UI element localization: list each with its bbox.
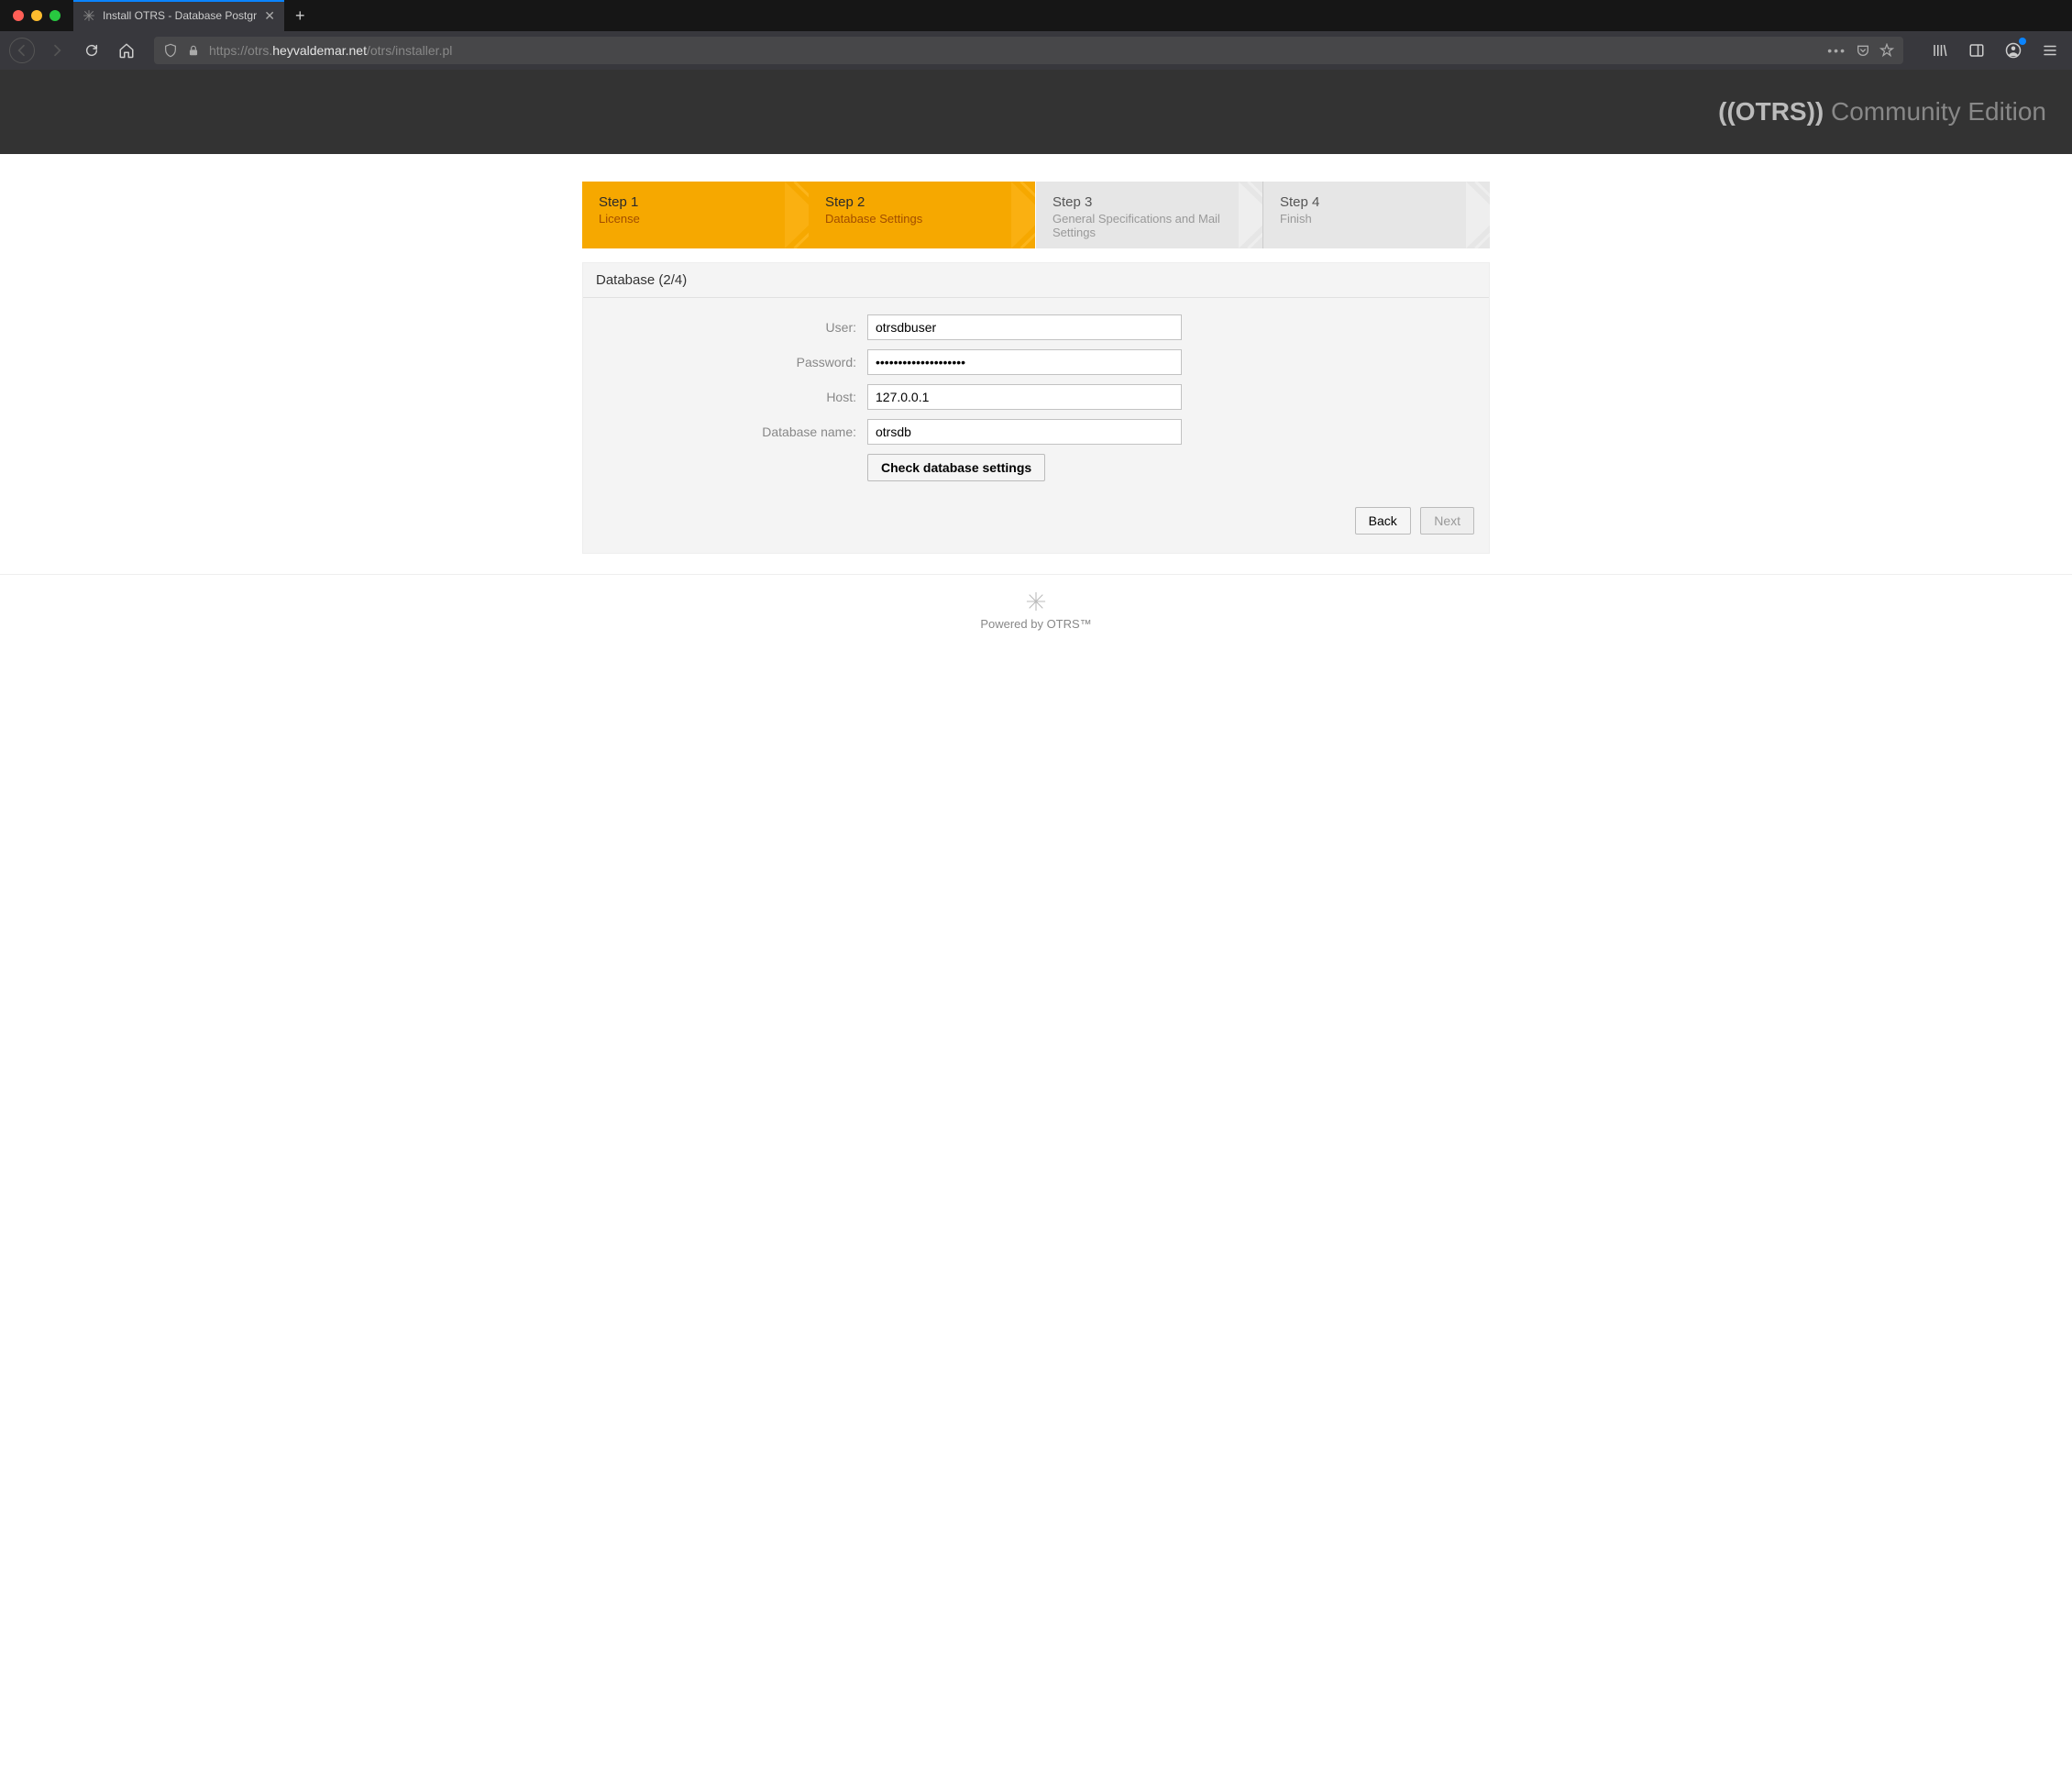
dbname-input[interactable] <box>867 419 1182 445</box>
step-title: Step 1 <box>599 194 792 210</box>
sidebar-icon[interactable] <box>1964 38 1989 63</box>
next-button[interactable]: Next <box>1420 507 1474 535</box>
page-footer: Powered by OTRS™ <box>0 574 2072 667</box>
bookmark-star-icon[interactable] <box>1879 43 1894 58</box>
home-button[interactable] <box>114 38 139 63</box>
library-icon[interactable] <box>1927 38 1953 63</box>
check-db-button[interactable]: Check database settings <box>867 454 1045 481</box>
host-input[interactable] <box>867 384 1182 410</box>
browser-toolbar: https://otrs.heyvaldemar.net/otrs/instal… <box>0 31 2072 70</box>
browser-tab[interactable]: Install OTRS - Database Postgr ✕ <box>73 0 284 31</box>
step-title: Step 4 <box>1280 194 1473 210</box>
step-subtitle: Database Settings <box>825 212 1019 226</box>
shield-icon <box>163 43 178 58</box>
step-subtitle: General Specifications and Mail Settings <box>1053 212 1246 239</box>
window-controls <box>0 0 73 31</box>
browser-tab-strip: Install OTRS - Database Postgr ✕ + <box>0 0 2072 31</box>
step-title: Step 3 <box>1053 194 1246 210</box>
back-button[interactable]: Back <box>1355 507 1411 535</box>
step-subtitle: Finish <box>1280 212 1473 226</box>
url-bar[interactable]: https://otrs.heyvaldemar.net/otrs/instal… <box>154 37 1903 64</box>
url-text: https://otrs.heyvaldemar.net/otrs/instal… <box>209 43 1818 58</box>
forward-button[interactable] <box>44 38 70 63</box>
database-panel: Database (2/4) User: Password: Host: Dat… <box>582 262 1490 554</box>
maximize-window-button[interactable] <box>50 10 61 21</box>
pocket-icon[interactable] <box>1856 43 1870 58</box>
more-icon[interactable]: ••• <box>1827 43 1846 58</box>
footer-text: Powered by OTRS™ <box>0 617 2072 631</box>
wizard-step-database: Step 2 Database Settings <box>809 182 1035 248</box>
dbname-label: Database name: <box>583 424 867 439</box>
user-label: User: <box>583 320 867 335</box>
password-input[interactable] <box>867 349 1182 375</box>
tab-close-button[interactable]: ✕ <box>264 8 275 24</box>
chevron-right-icon <box>1466 182 1490 248</box>
chevron-right-icon <box>1239 182 1262 248</box>
wizard-step-general: Step 3 General Specifications and Mail S… <box>1036 182 1262 248</box>
account-icon[interactable] <box>2000 38 2026 63</box>
host-label: Host: <box>583 390 867 404</box>
tab-favicon-icon <box>83 9 95 22</box>
reload-button[interactable] <box>79 38 105 63</box>
password-label: Password: <box>583 355 867 369</box>
step-subtitle: License <box>599 212 792 226</box>
user-input[interactable] <box>867 314 1182 340</box>
brand-logo: ((OTRS)) Community Edition <box>1718 97 2046 126</box>
wizard-step-license: Step 1 License <box>582 182 809 248</box>
tab-title: Install OTRS - Database Postgr <box>103 9 257 22</box>
wizard-step-finish: Step 4 Finish <box>1263 182 1490 248</box>
panel-title: Database (2/4) <box>583 263 1489 297</box>
footer-logo-icon <box>0 591 2072 612</box>
lock-icon <box>187 44 200 57</box>
chevron-right-icon <box>1011 182 1035 248</box>
close-window-button[interactable] <box>13 10 24 21</box>
wizard-steps: Step 1 License Step 2 Database Settings … <box>582 182 1490 248</box>
back-button[interactable] <box>9 38 35 63</box>
new-tab-button[interactable]: + <box>284 0 316 31</box>
minimize-window-button[interactable] <box>31 10 42 21</box>
chevron-right-icon <box>785 182 809 248</box>
step-title: Step 2 <box>825 194 1019 210</box>
menu-icon[interactable] <box>2037 38 2063 63</box>
page-header: ((OTRS)) Community Edition <box>0 70 2072 154</box>
